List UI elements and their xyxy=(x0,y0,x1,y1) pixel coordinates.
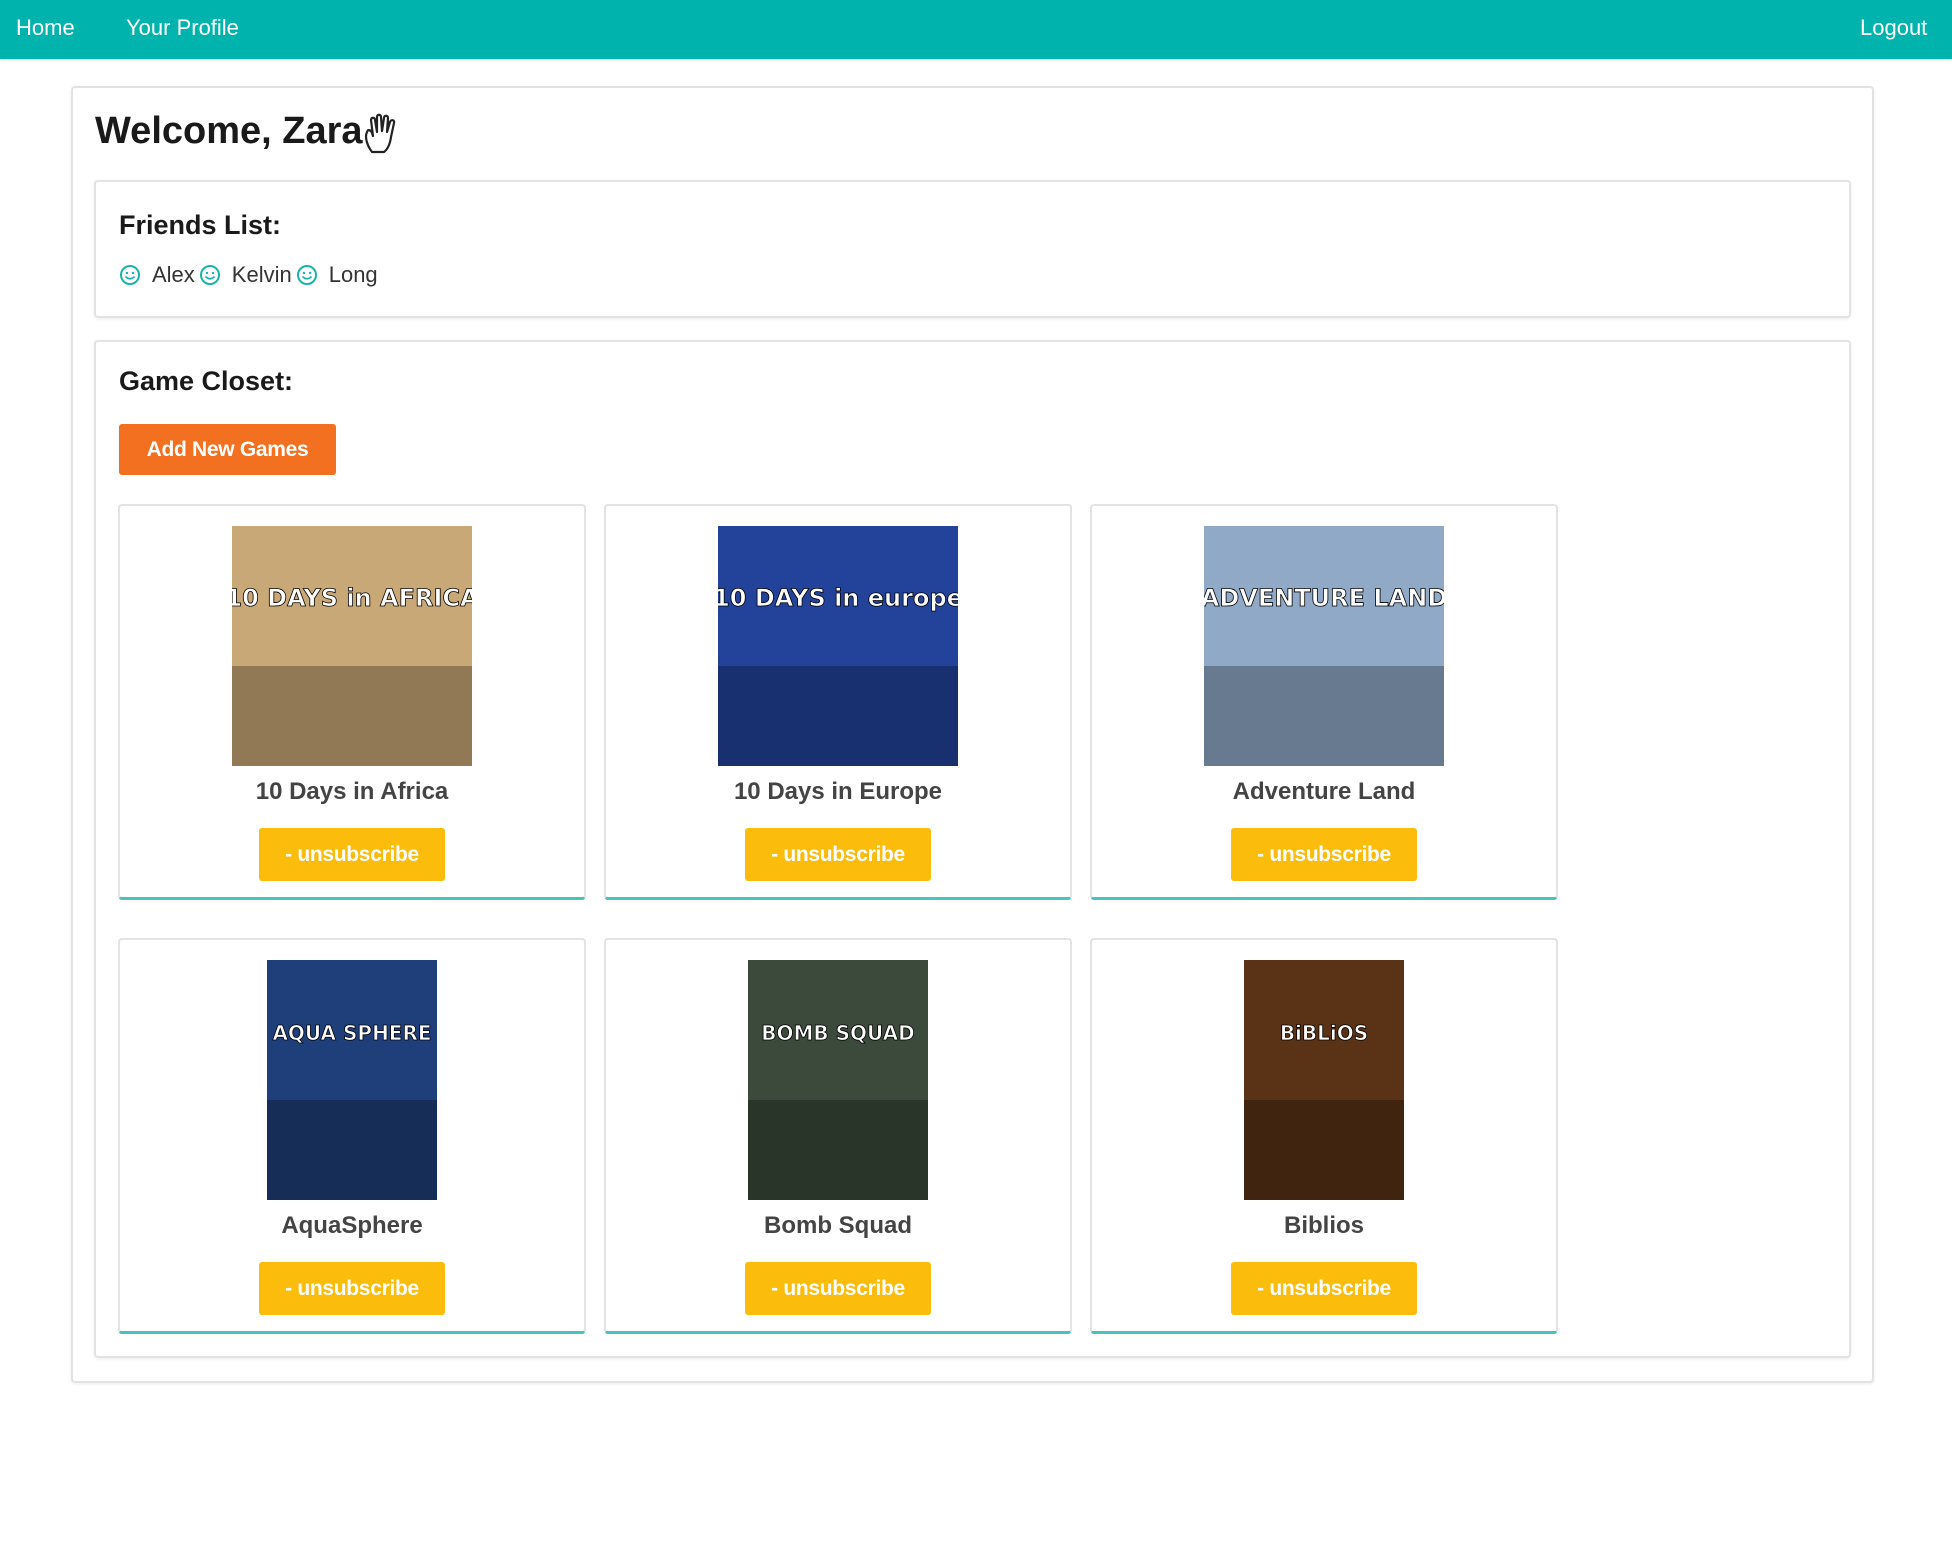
smile-icon xyxy=(120,265,140,285)
game-title: 10 Days in Africa xyxy=(255,778,449,805)
game-card: ADVENTURE LAND Adventure Land - unsubscrib… xyxy=(1090,504,1558,900)
friend-item[interactable]: Alex xyxy=(119,262,199,288)
game-card: BiBLiOS Biblios - unsubscribe xyxy=(1090,938,1558,1334)
game-title: AquaSphere xyxy=(281,1212,423,1239)
friends-panel: Friends List: Alex Kelvin Long xyxy=(94,180,1851,318)
game-card: BOMB SQUAD Bomb Squad - unsubscribe xyxy=(604,938,1072,1334)
game-cover-image[interactable]: 10 DAYS in AFRICA xyxy=(232,526,472,766)
game-title: 10 Days in Europe xyxy=(733,778,943,805)
smile-icon xyxy=(199,265,220,285)
svg-text:BOMB SQUAD: BOMB SQUAD xyxy=(761,1021,914,1045)
friend-item[interactable]: Kelvin xyxy=(199,262,296,288)
unsubscribe-button[interactable]: - unsubscribe xyxy=(745,828,931,881)
nav-logout-link[interactable]: Logout xyxy=(1860,15,1927,41)
unsubscribe-button[interactable]: - unsubscribe xyxy=(259,1262,445,1315)
friend-name: Long xyxy=(328,262,378,287)
nav-profile-link[interactable]: Your Profile xyxy=(126,15,239,41)
game-cover-image[interactable]: 10 DAYS in europe xyxy=(718,526,958,766)
game-title: Adventure Land xyxy=(1232,778,1416,805)
add-new-games-button[interactable]: Add New Games xyxy=(119,424,336,475)
game-cover-image[interactable]: BiBLiOS xyxy=(1244,960,1404,1200)
friends-title: Friends List: xyxy=(119,210,282,240)
svg-text:BiBLiOS: BiBLiOS xyxy=(1280,1021,1368,1045)
friends-list: Alex Kelvin Long xyxy=(119,262,382,288)
game-cover-image[interactable]: AQUA SPHERE xyxy=(267,960,437,1200)
welcome-heading: Welcome, Zara xyxy=(95,110,363,152)
svg-text:ADVENTURE LAND: ADVENTURE LAND xyxy=(1204,584,1444,612)
smile-icon xyxy=(296,265,317,285)
game-card: AQUA SPHERE AquaSphere - unsubscribe xyxy=(118,938,586,1334)
svg-text:10 DAYS in AFRICA: 10 DAYS in AFRICA xyxy=(232,584,472,612)
unsubscribe-button[interactable]: - unsubscribe xyxy=(259,828,445,881)
game-cover-image[interactable]: BOMB SQUAD xyxy=(748,960,928,1200)
friend-name: Kelvin xyxy=(231,262,292,287)
raised-hand-icon xyxy=(364,113,396,154)
unsubscribe-button[interactable]: - unsubscribe xyxy=(1231,828,1417,881)
nav-home-link[interactable]: Home xyxy=(16,15,75,41)
svg-text:AQUA SPHERE: AQUA SPHERE xyxy=(272,1021,431,1045)
game-card: 10 DAYS in europe 10 Days in Europe - unsu… xyxy=(604,504,1072,900)
game-title: Bomb Squad xyxy=(764,1212,912,1239)
game-card: 10 DAYS in AFRICA 10 Days in Africa - unsu… xyxy=(118,504,586,900)
top-navbar: Home Your Profile Logout xyxy=(0,0,1952,59)
game-title: Biblios xyxy=(1283,1212,1364,1239)
unsubscribe-button[interactable]: - unsubscribe xyxy=(1231,1262,1417,1315)
friend-name: Alex xyxy=(152,262,195,287)
svg-text:10 DAYS in europe: 10 DAYS in europe xyxy=(718,584,958,612)
unsubscribe-button[interactable]: - unsubscribe xyxy=(745,1262,931,1315)
game-cover-image[interactable]: ADVENTURE LAND xyxy=(1204,526,1444,766)
friend-item[interactable]: Long xyxy=(296,262,382,288)
game-closet-title: Game Closet: xyxy=(119,366,294,396)
